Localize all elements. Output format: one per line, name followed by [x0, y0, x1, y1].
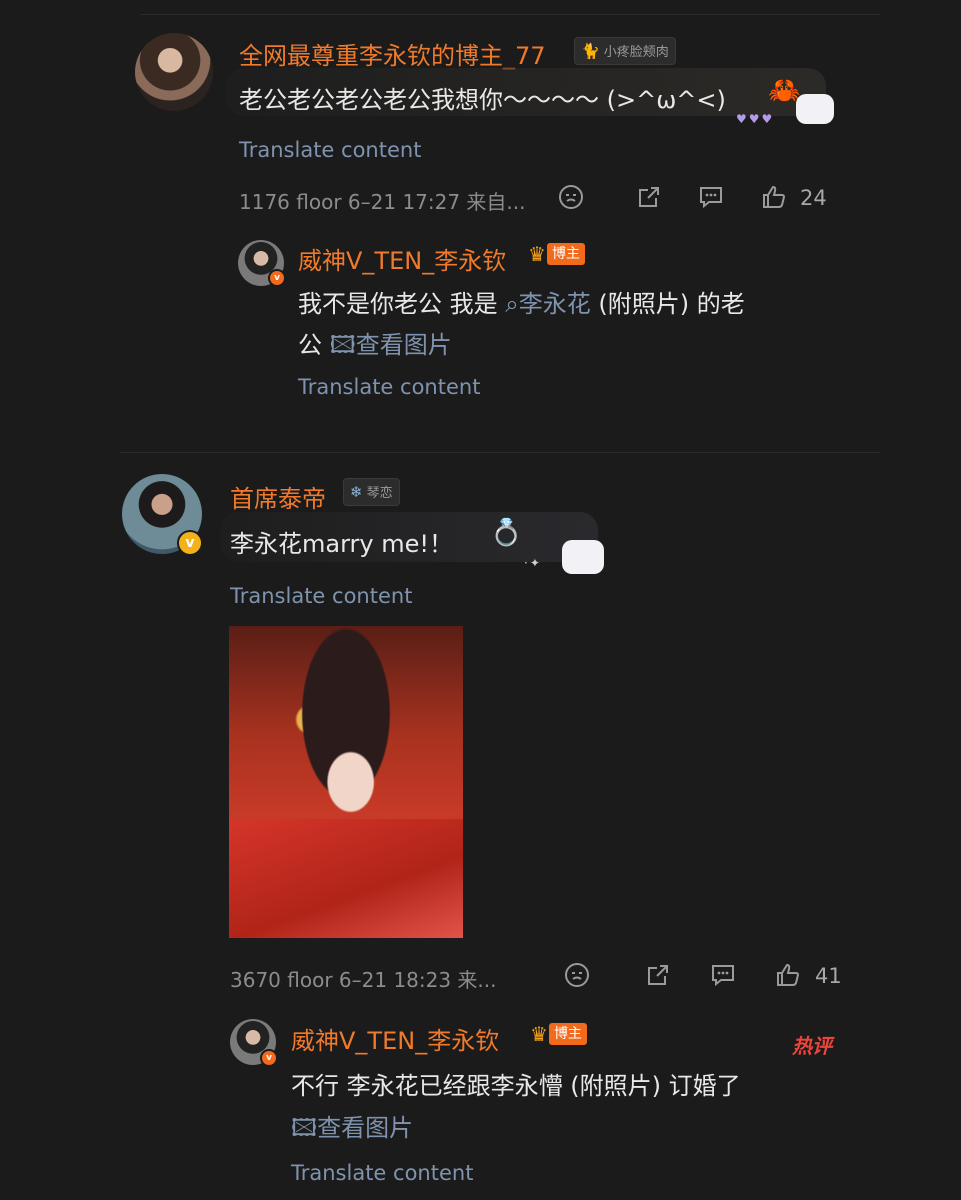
like-icon[interactable]: [775, 962, 801, 988]
comment-text: 老公老公老公老公我想你～～～～ (>^ω^<): [239, 86, 726, 114]
cat-sticker-icon: [562, 540, 604, 574]
view-image-link[interactable]: 🖾查看图片: [330, 331, 452, 359]
view-image-label: 查看图片: [317, 1114, 414, 1142]
user-tag: ❄ 琴恋: [343, 478, 400, 506]
like-icon[interactable]: [761, 184, 787, 210]
ring-icon: 💍: [490, 518, 523, 548]
comment-meta: 3670 floor 6–21 18:23 来...: [230, 968, 497, 992]
bunny-sticker-icon: [796, 94, 834, 124]
comment-text: 李永花marry me!！: [230, 530, 453, 558]
blogger-badge: ♛ 博主: [530, 1022, 587, 1046]
avatar[interactable]: [135, 33, 213, 111]
search-term: 李永花: [518, 290, 591, 318]
top-divider: [140, 14, 880, 15]
blogger-badge: ♛ 博主: [528, 242, 585, 266]
emoji-icon[interactable]: [564, 962, 590, 988]
view-image-label: 查看图片: [355, 331, 452, 359]
cat-icon: 🐈: [581, 42, 600, 60]
comment-username[interactable]: 全网最尊重李永钦的博主_77: [239, 36, 546, 71]
reply-text: 不行 李永花已经跟李永懵 (附照片) 订婚了: [291, 1072, 741, 1100]
reply-username[interactable]: 威神V_TEN_李永钦: [291, 1021, 499, 1056]
blogger-badge-label: 博主: [546, 243, 585, 265]
like-count: 24: [800, 186, 827, 210]
hot-comment-badge: 热评: [792, 1034, 832, 1058]
like-count: 41: [815, 964, 842, 988]
user-tag-label: 琴恋: [366, 486, 393, 501]
translate-link[interactable]: Translate content: [239, 138, 421, 162]
emoji-icon[interactable]: [558, 184, 584, 210]
sparkle-decoration-icon: ·✦: [524, 556, 542, 570]
hearts-decoration-icon: ♥♥♥: [736, 112, 775, 126]
comment-meta: 1176 floor 6–21 17:27 来自...: [239, 190, 526, 214]
verified-badge-icon: v: [268, 269, 286, 287]
share-icon[interactable]: [645, 962, 671, 988]
reply-username[interactable]: 威神V_TEN_李永钦: [298, 241, 506, 276]
reply-text-part: (附照片) 的老: [590, 290, 745, 318]
blogger-badge-label: 博主: [548, 1023, 587, 1045]
user-tag-label: 小疼脸颊肉: [603, 45, 669, 60]
comment-icon[interactable]: [710, 962, 736, 988]
comment-divider: [120, 452, 880, 453]
translate-link[interactable]: Translate content: [291, 1161, 473, 1185]
comment-username[interactable]: 首席泰帝: [230, 479, 326, 514]
translate-link[interactable]: Translate content: [230, 584, 412, 608]
user-tag: 🐈 小疼脸颊肉: [574, 37, 676, 65]
attached-photo[interactable]: [229, 626, 463, 938]
verified-badge-icon: v: [260, 1049, 278, 1067]
photo-robe-decoration: [229, 819, 463, 938]
crown-icon: ♛: [530, 1022, 548, 1046]
reply-text-part: 公: [298, 331, 322, 359]
search-link[interactable]: ⌕李永花: [505, 290, 590, 318]
image-icon: 🖾: [291, 1114, 318, 1142]
image-icon: 🖾: [329, 331, 356, 359]
comment-icon[interactable]: [698, 184, 724, 210]
snowflake-icon: ❄: [350, 483, 363, 501]
verified-badge-icon: v: [177, 530, 203, 556]
search-icon: ⌕: [505, 290, 519, 318]
reply-text: 我不是你老公 我是 ⌕李永花 (附照片) 的老: [298, 284, 745, 319]
share-icon[interactable]: [636, 184, 662, 210]
reply-text-line2: 公 🖾查看图片: [298, 325, 452, 369]
translate-link[interactable]: Translate content: [298, 375, 480, 399]
view-image-link[interactable]: 🖾查看图片: [291, 1114, 413, 1142]
reply-text-part: 我不是你老公 我是: [298, 290, 498, 318]
reply-text-line2: 🖾查看图片: [291, 1108, 413, 1152]
crown-icon: ♛: [528, 242, 546, 266]
